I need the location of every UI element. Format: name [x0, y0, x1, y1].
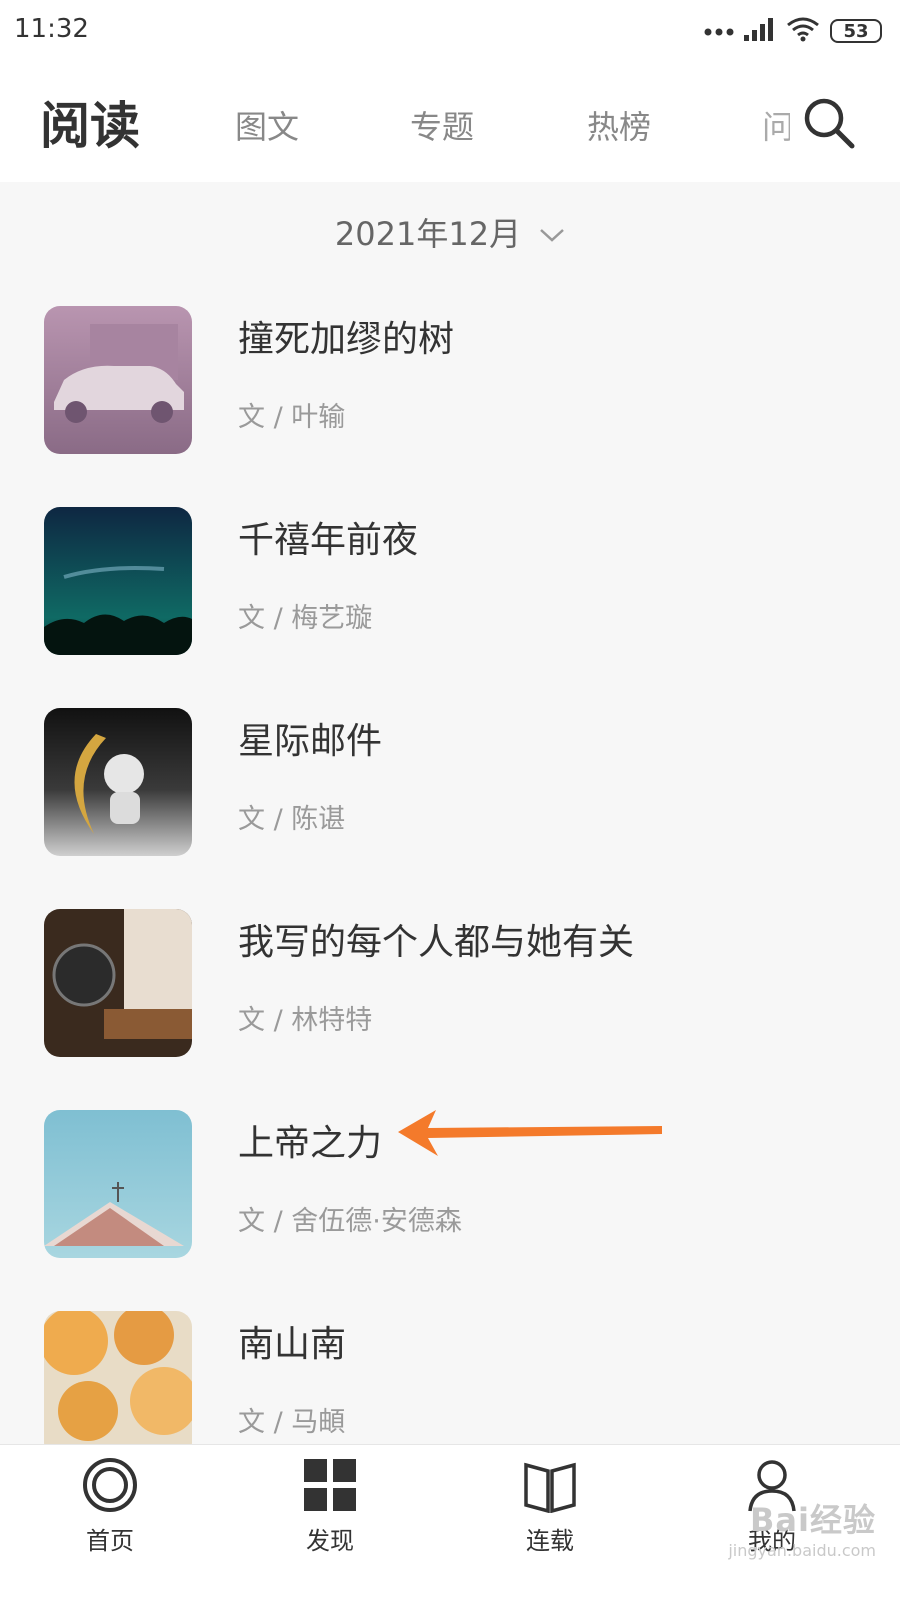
- nav-label: 首页: [86, 1527, 134, 1555]
- battery-icon: 53: [830, 19, 882, 43]
- tab-wen-partial[interactable]: 问: [762, 102, 790, 148]
- signal-icon: [744, 17, 776, 45]
- article-thumbnail: [44, 909, 192, 1057]
- tab-tuwen[interactable]: 图文: [235, 102, 299, 148]
- grid-icon: [304, 1459, 356, 1511]
- article-thumbnail: [44, 507, 192, 655]
- status-time: 11:32: [14, 14, 89, 44]
- watermark-logo: Bai经验: [750, 1501, 876, 1539]
- list-item[interactable]: 千禧年前夜 文 / 梅艺璇: [0, 501, 900, 661]
- nav-home[interactable]: 首页: [50, 1457, 170, 1597]
- article-thumbnail: [44, 1110, 192, 1258]
- article-author: 文 / 梅艺璇: [238, 603, 373, 634]
- search-icon[interactable]: [802, 96, 856, 150]
- article-thumbnail: [44, 306, 192, 454]
- top-navigation: 阅读 图文 专题 热榜 问: [0, 62, 900, 182]
- chevron-down-icon: [539, 213, 565, 251]
- status-icons: 53: [704, 14, 882, 48]
- wifi-icon: [786, 16, 820, 46]
- article-title: 我写的每个人都与她有关: [238, 922, 635, 963]
- status-bar: 11:32 53: [0, 0, 900, 62]
- nav-discover[interactable]: 发现: [270, 1457, 390, 1597]
- nav-label: 发现: [306, 1527, 354, 1555]
- nav-label: 连载: [526, 1527, 574, 1555]
- more-dots-icon: [704, 22, 734, 41]
- tab-zhuanti[interactable]: 专题: [410, 102, 474, 148]
- home-icon: [83, 1458, 137, 1512]
- page-title: 阅读: [40, 97, 140, 155]
- tab-rebang[interactable]: 热榜: [587, 102, 651, 148]
- article-author: 文 / 林特特: [238, 1005, 373, 1036]
- article-author: 文 / 马頔: [238, 1407, 346, 1438]
- article-author: 文 / 陈谌: [238, 804, 346, 835]
- article-title: 南山南: [238, 1324, 347, 1365]
- article-author: 文 / 叶输: [238, 402, 346, 433]
- article-thumbnail: [44, 708, 192, 856]
- article-title: 撞死加缪的树: [238, 319, 455, 360]
- list-item[interactable]: 星际邮件 文 / 陈谌: [0, 702, 900, 862]
- article-author: 文 / 舍伍德·安德森: [238, 1206, 462, 1237]
- article-thumbnail: [44, 1311, 192, 1459]
- baidu-watermark: Bai经验 jingyan.baidu.com: [728, 1495, 876, 1560]
- nav-serial[interactable]: 连载: [490, 1457, 610, 1597]
- list-item[interactable]: 撞死加缪的树 文 / 叶输: [0, 300, 900, 460]
- date-label: 2021年12月: [334, 215, 522, 253]
- annotation-arrow-icon: [398, 1110, 662, 1156]
- watermark-url: jingyan.baidu.com: [728, 1541, 876, 1560]
- article-title: 千禧年前夜: [238, 520, 419, 561]
- article-title: 星际邮件: [238, 721, 383, 762]
- article-title: 上帝之力: [238, 1123, 383, 1164]
- list-item[interactable]: 南山南 文 / 马頔: [0, 1305, 900, 1465]
- date-filter[interactable]: 2021年12月: [0, 200, 900, 264]
- book-icon: [524, 1462, 576, 1513]
- list-item[interactable]: 我写的每个人都与她有关 文 / 林特特: [0, 903, 900, 1063]
